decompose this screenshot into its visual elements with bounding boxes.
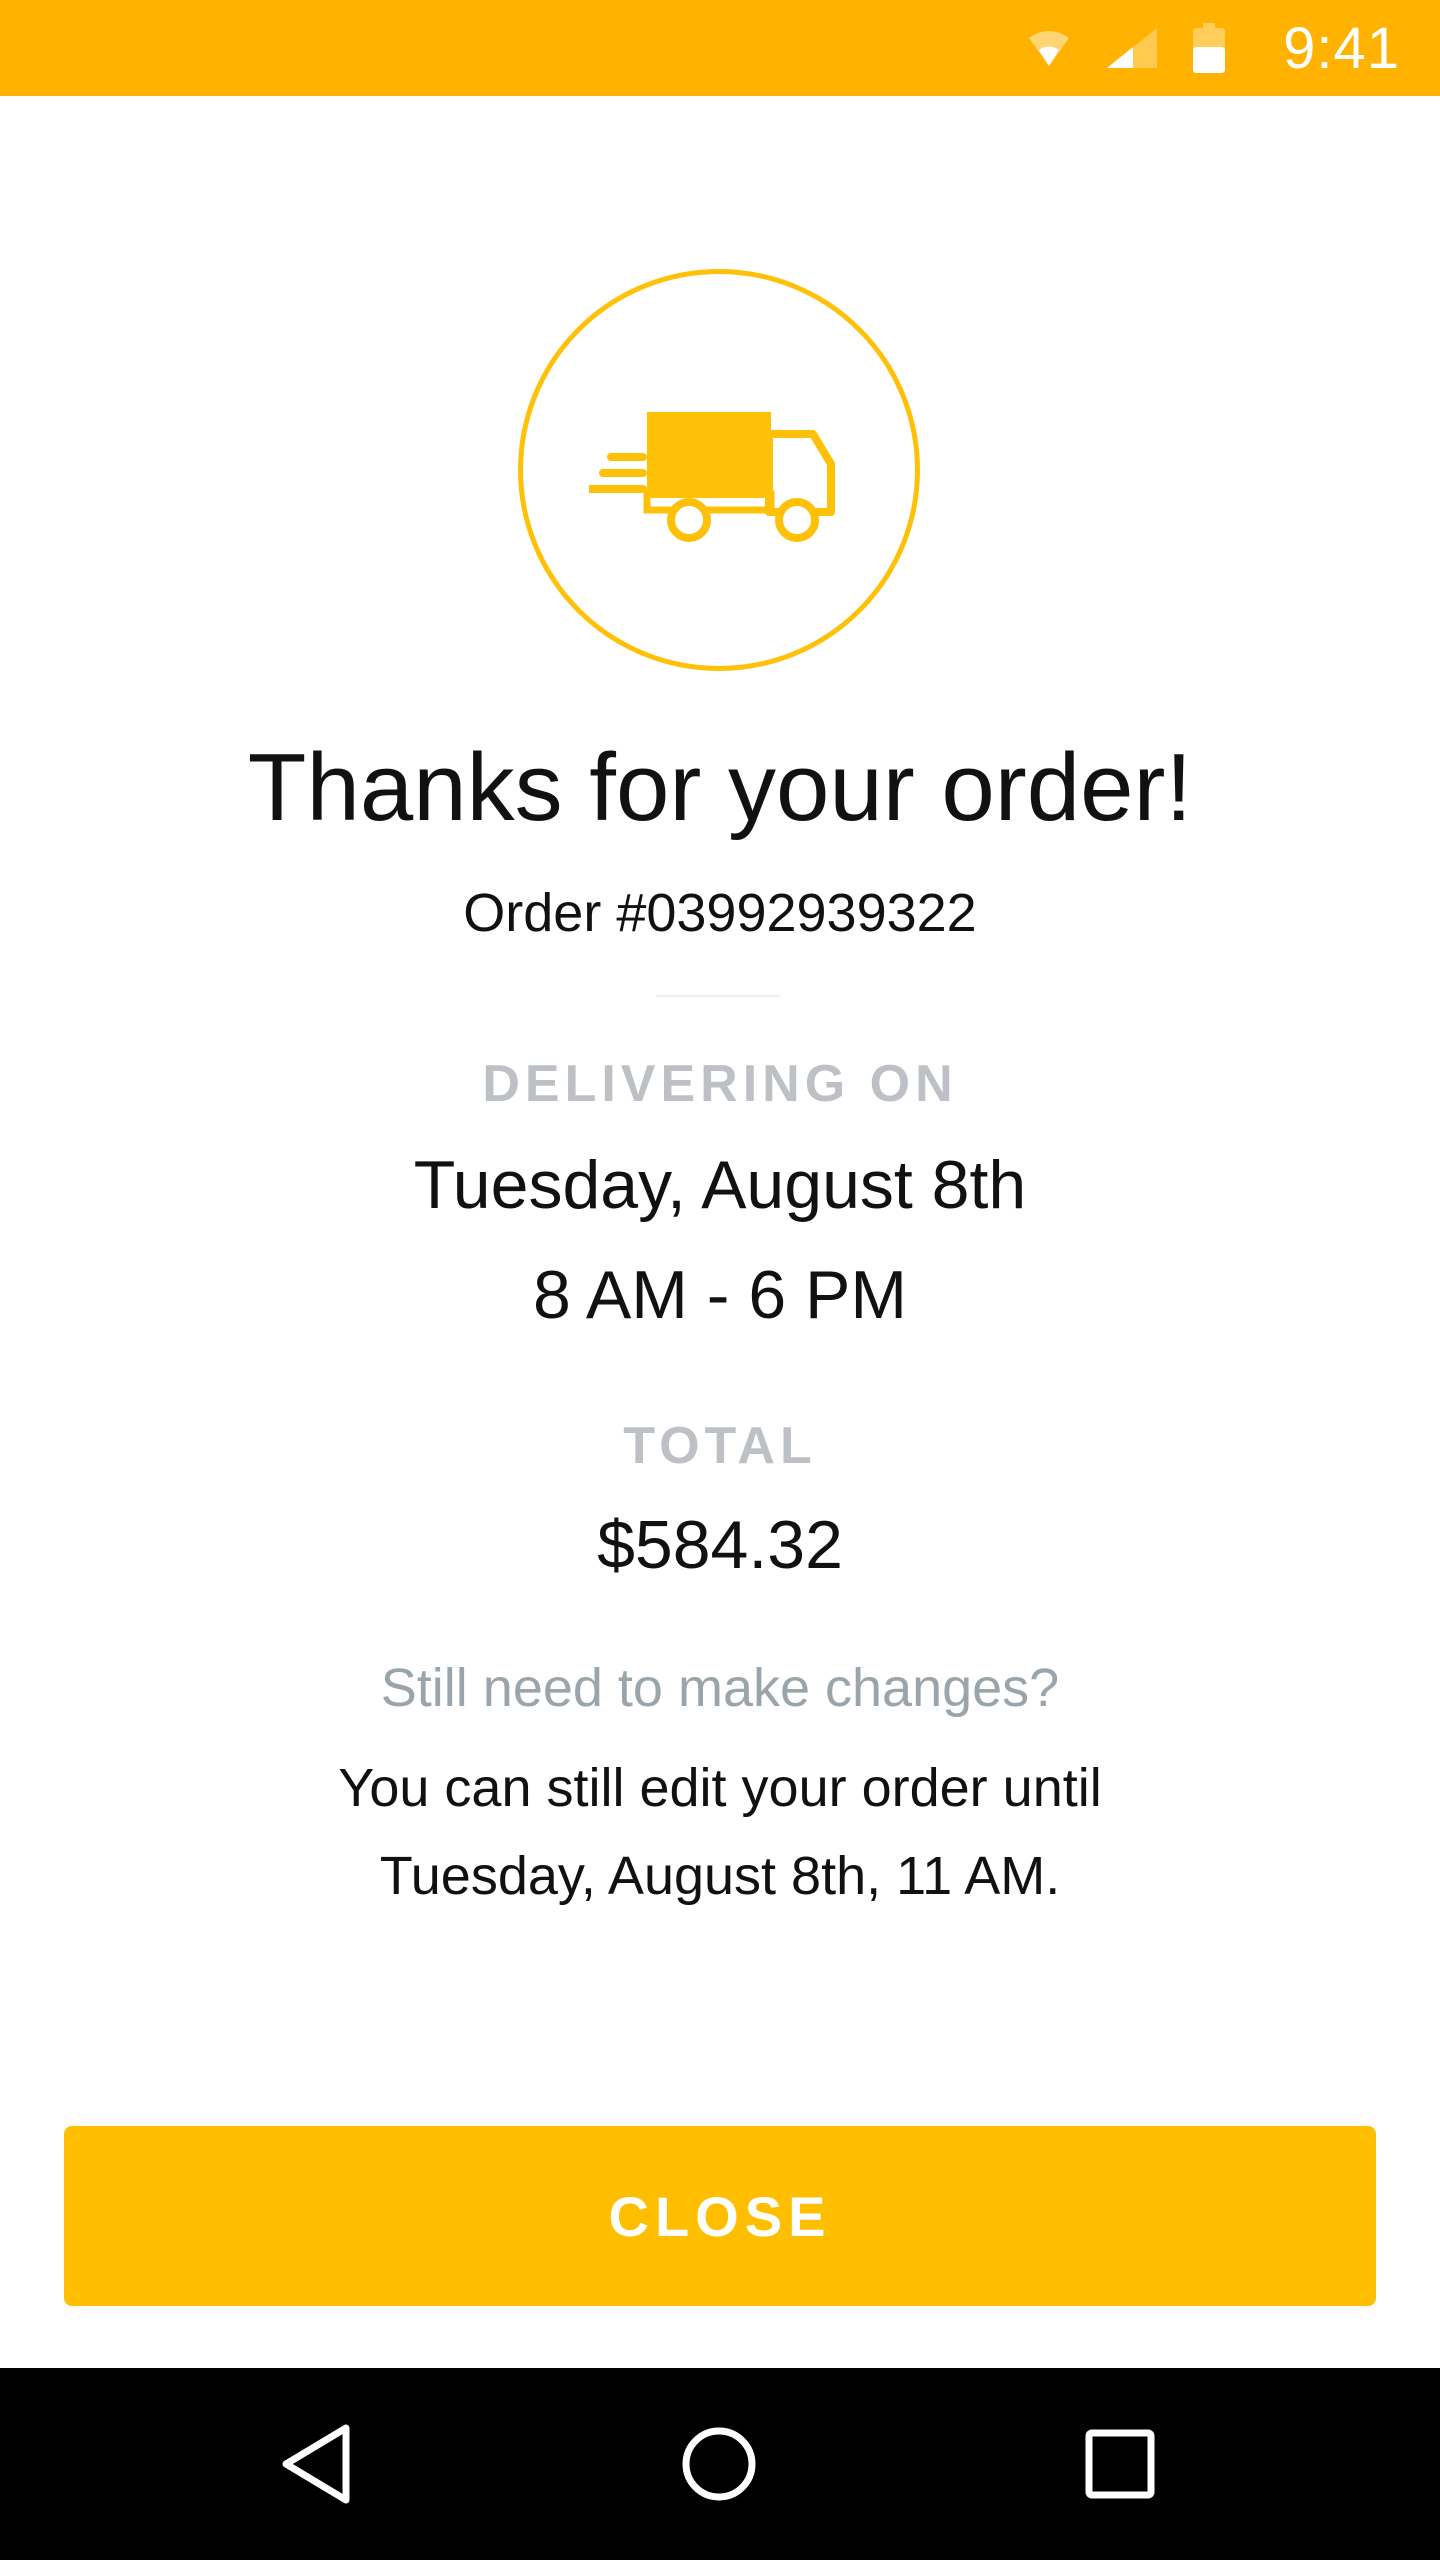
total-amount: $584.32 bbox=[597, 1507, 843, 1583]
delivery-truck-icon bbox=[589, 412, 835, 542]
divider bbox=[656, 995, 780, 997]
battery-icon bbox=[1193, 23, 1226, 73]
order-number: Order #03992939322 bbox=[463, 883, 977, 943]
changes-line-2: Tuesday, August 8th, 11 AM. bbox=[379, 1846, 1061, 1906]
back-icon bbox=[282, 2424, 350, 2504]
status-icons: 9:41 bbox=[1027, 0, 1400, 96]
total-label: TOTAL bbox=[623, 1417, 817, 1475]
close-button[interactable]: CLOSE bbox=[64, 2126, 1376, 2306]
home-icon bbox=[682, 2427, 756, 2501]
changes-question: Still need to make changes? bbox=[380, 1658, 1060, 1718]
back-button[interactable] bbox=[262, 2408, 374, 2520]
page-title: Thanks for your order! bbox=[247, 734, 1193, 841]
home-button[interactable] bbox=[663, 2408, 775, 2520]
delivering-on-label: DELIVERING ON bbox=[482, 1055, 958, 1113]
changes-message: You can still edit your order until Tues… bbox=[0, 1744, 1440, 1920]
wifi-icon bbox=[1027, 28, 1071, 68]
truck-badge bbox=[518, 269, 920, 671]
recent-apps-button[interactable] bbox=[1064, 2408, 1176, 2520]
recent-apps-icon bbox=[1085, 2429, 1155, 2499]
status-bar: 9:41 bbox=[0, 0, 1440, 96]
delivery-time-window: 8 AM - 6 PM bbox=[532, 1257, 908, 1333]
delivery-date: Tuesday, August 8th bbox=[413, 1147, 1027, 1223]
status-time: 9:41 bbox=[1283, 15, 1400, 81]
navigation-bar bbox=[0, 2368, 1440, 2560]
cell-signal-icon bbox=[1105, 26, 1159, 70]
changes-line-1: You can still edit your order until bbox=[338, 1758, 1102, 1818]
order-confirmation: Thanks for your order! Order #0399293932… bbox=[0, 96, 1440, 2368]
